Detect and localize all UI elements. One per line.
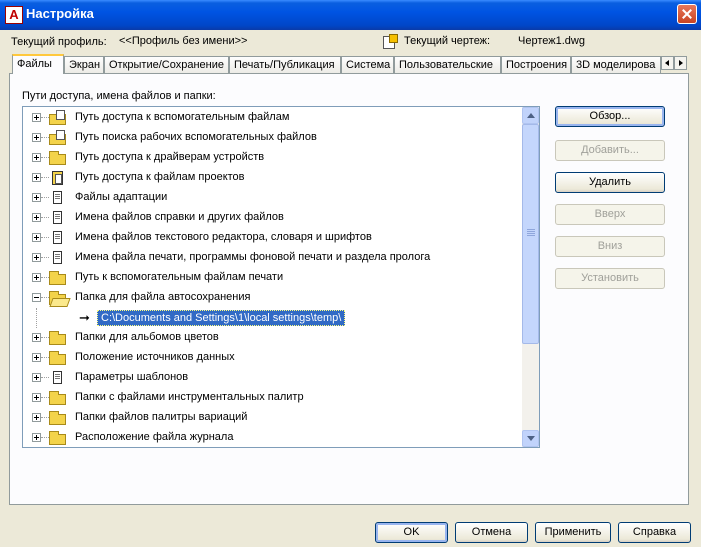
tree-item[interactable]: Файлы адаптации [23, 188, 520, 208]
document-icon [49, 230, 69, 246]
scroll-thumb[interactable] [522, 124, 539, 344]
tab-files[interactable]: Файлы [12, 54, 64, 74]
help-button[interactable]: Справка [618, 522, 691, 543]
expand-icon[interactable] [32, 173, 41, 182]
tab-display[interactable]: Экран [64, 56, 104, 73]
tree-item[interactable]: Путь доступа к вспомогательным файлам [23, 108, 520, 128]
folder-icon [49, 330, 69, 346]
tree-item[interactable]: Путь поиска рабочих вспомогательных файл… [23, 128, 520, 148]
tab-scroll-right-icon[interactable] [674, 56, 687, 70]
document-icon [49, 250, 69, 266]
window-title: Настройка [26, 6, 94, 21]
expand-icon[interactable] [32, 413, 41, 422]
current-drawing-value: Чертеж1.dwg [518, 35, 585, 47]
folder-icon [49, 410, 69, 426]
current-profile-value: <<Профиль без имени>> [119, 35, 248, 47]
move-up-button[interactable]: Вверх [555, 204, 665, 225]
tree-label: Пути доступа, имена файлов и папки: [22, 90, 216, 102]
tree-item[interactable]: Папки для альбомов цветов [23, 328, 520, 348]
remove-button[interactable]: Удалить [555, 172, 665, 193]
add-button[interactable]: Добавить... [555, 140, 665, 161]
expand-icon[interactable] [32, 153, 41, 162]
folder-open-icon [49, 290, 69, 306]
expand-icon[interactable] [32, 133, 41, 142]
tree-subitem-selected[interactable]: ➞ C:\Documents and Settings\1\local sett… [23, 308, 520, 328]
tree-item[interactable]: Папки с файлами инструментальных палитр [23, 388, 520, 408]
expand-icon[interactable] [32, 393, 41, 402]
apply-button[interactable]: Применить [535, 522, 611, 543]
expand-icon[interactable] [32, 193, 41, 202]
folder-icon [49, 150, 69, 166]
tree-item[interactable]: Путь доступа к драйверам устройств [23, 148, 520, 168]
folder-icon [49, 390, 69, 406]
tab-plot-publish[interactable]: Печать/Публикация [229, 56, 341, 73]
tree-item[interactable]: Путь к вспомогательным файлам печати [23, 268, 520, 288]
tab-drafting[interactable]: Построения [501, 56, 571, 73]
project-icon [49, 170, 69, 186]
paths-tree[interactable]: Путь доступа к вспомогательным файлам Пу… [22, 106, 540, 448]
expand-icon[interactable] [32, 333, 41, 342]
current-profile-label: Текущий профиль: [11, 36, 107, 48]
cancel-button[interactable]: Отмена [455, 522, 528, 543]
tree-item[interactable]: Имена файлов справки и других файлов [23, 208, 520, 228]
scroll-down-icon[interactable] [522, 430, 539, 447]
folder-icon [49, 430, 69, 446]
folder-sheets-icon [49, 130, 69, 146]
tree-item[interactable]: Параметры шаблонов [23, 368, 520, 388]
move-down-button[interactable]: Вниз [555, 236, 665, 257]
set-current-button[interactable]: Установить [555, 268, 665, 289]
tab-3d-modeling[interactable]: 3D моделирова [571, 56, 661, 73]
expand-icon[interactable] [32, 433, 41, 442]
current-drawing-label: Текущий чертеж: [404, 35, 491, 47]
scroll-up-icon[interactable] [522, 107, 539, 124]
collapse-icon[interactable] [32, 293, 41, 302]
autosave-path-value[interactable]: C:\Documents and Settings\1\local settin… [97, 310, 346, 326]
tab-open-save[interactable]: Открытие/Сохранение [104, 56, 229, 73]
title-bar: A Настройка [0, 0, 701, 30]
document-icon [49, 210, 69, 226]
folder-sheets-icon [49, 110, 69, 126]
arrow-right-icon: ➞ [79, 310, 90, 325]
expand-icon[interactable] [32, 373, 41, 382]
autocad-app-icon: A [5, 6, 23, 24]
document-icon [49, 190, 69, 206]
close-icon[interactable] [677, 4, 697, 24]
folder-icon [49, 270, 69, 286]
ok-button[interactable]: OK [375, 522, 448, 543]
expand-icon[interactable] [32, 213, 41, 222]
expand-icon[interactable] [32, 253, 41, 262]
tab-user-preferences[interactable]: Пользовательские [394, 56, 501, 73]
expand-icon[interactable] [32, 233, 41, 242]
tree-item[interactable]: Положение источников данных [23, 348, 520, 368]
tree-scrollbar[interactable] [522, 107, 539, 447]
expand-icon[interactable] [32, 353, 41, 362]
tree-item[interactable]: Расположение файла журнала [23, 428, 520, 447]
tab-scroll-left-icon[interactable] [661, 56, 674, 70]
expand-icon[interactable] [32, 113, 41, 122]
tree-item[interactable]: Папки файлов палитры вариаций [23, 408, 520, 428]
browse-button[interactable]: Обзор... [555, 106, 665, 127]
tab-system[interactable]: Система [341, 56, 394, 73]
tree-item[interactable]: Путь доступа к файлам проектов [23, 168, 520, 188]
document-icon [49, 370, 69, 386]
tree-item-expanded[interactable]: Папка для файла автосохранения [23, 288, 520, 308]
tree-item[interactable]: Имена файла печати, программы фоновой пе… [23, 248, 520, 268]
drawing-icon [383, 34, 398, 49]
tree-item[interactable]: Имена файлов текстового редактора, слова… [23, 228, 520, 248]
expand-icon[interactable] [32, 273, 41, 282]
folder-icon [49, 350, 69, 366]
